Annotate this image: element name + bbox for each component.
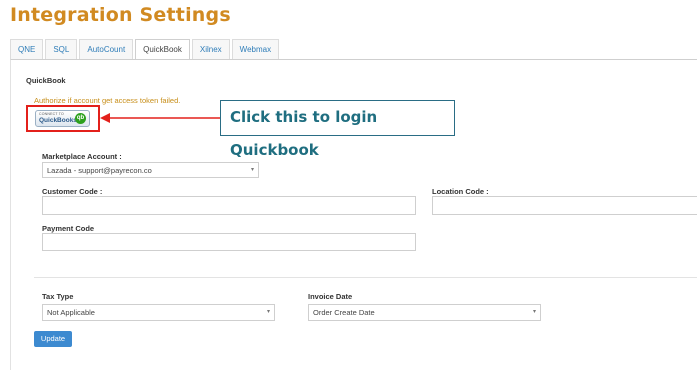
tab-webmax[interactable]: Webmax [231, 39, 280, 59]
dropdown-caret-icon: ▾ [532, 309, 536, 315]
customer-code-label: Customer Code : [42, 187, 103, 196]
invoice-date-select[interactable]: Order Create Date ▾ [308, 304, 541, 321]
customer-code-input[interactable] [42, 196, 416, 215]
payment-code-label: Payment Code [42, 224, 95, 233]
marketplace-account-select[interactable]: Lazada - support@payrecon.co ▾ [42, 162, 259, 178]
authorize-warning: Authorize if account get access token fa… [34, 96, 181, 105]
tax-type-label: Tax Type [42, 292, 74, 301]
marketplace-account-label: Marketplace Account : [42, 152, 122, 161]
tab-qne[interactable]: QNE [10, 39, 44, 59]
quickbooks-text: QuickBooks [39, 117, 77, 124]
invoice-date-label: Invoice Date [308, 292, 353, 301]
location-code-label: Location Code : [432, 187, 489, 196]
location-code-input[interactable] [432, 196, 697, 215]
invoice-date-value: Order Create Date [313, 308, 375, 317]
dropdown-caret-icon: ▾ [250, 167, 254, 173]
tax-type-value: Not Applicable [47, 308, 95, 317]
quickbooks-logo-icon: qb [75, 113, 86, 124]
tax-type-select[interactable]: Not Applicable ▾ [42, 304, 275, 321]
tab-autocount[interactable]: AutoCount [79, 39, 134, 59]
update-button[interactable]: Update [34, 331, 72, 347]
section-title: QuickBook [26, 76, 66, 85]
integration-tabs: QNE SQL AutoCount QuickBook Xilnex Webma… [10, 39, 281, 60]
page-title: Integration Settings [10, 4, 231, 26]
connect-to-text: CONNECT TO [39, 112, 64, 116]
payment-code-input[interactable] [42, 233, 416, 251]
tab-xilnex[interactable]: Xilnex [191, 39, 230, 59]
connect-quickbooks-button[interactable]: CONNECT TO QuickBooks qb [35, 110, 90, 127]
arrow-icon [100, 113, 220, 123]
tab-sql[interactable]: SQL [45, 39, 78, 59]
login-callout: Click this to login Quickbook [220, 100, 455, 159]
marketplace-account-value: Lazada - support@payrecon.co [47, 166, 152, 175]
dropdown-caret-icon: ▾ [266, 309, 270, 315]
divider [34, 277, 697, 278]
tab-quickbook[interactable]: QuickBook [135, 39, 190, 60]
